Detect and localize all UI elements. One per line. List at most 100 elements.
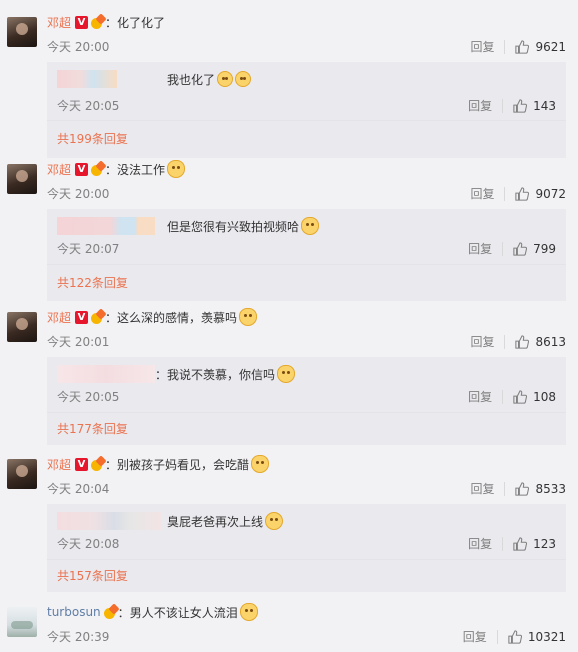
thumbs-up-icon[interactable] — [515, 186, 530, 201]
verified-badge-icon: V — [75, 457, 89, 471]
comment-line: 邓超 V ： 化了化了 — [47, 14, 166, 31]
reply-actions: 回复 108 — [468, 388, 556, 405]
masked-username[interactable] — [57, 512, 161, 530]
vip-crown-icon — [90, 162, 105, 177]
username[interactable]: 邓超 — [47, 456, 71, 473]
verified-badge-icon: V — [75, 162, 89, 176]
comment-actions: 回复 8613 — [470, 333, 566, 350]
like-count: 8613 — [535, 334, 566, 349]
comment-line: 邓超 V ： 这么深的感情，羡慕吗 — [47, 305, 258, 329]
avatar[interactable] — [7, 164, 37, 194]
comment-time: 今天 20:39 — [47, 630, 110, 644]
reply-button[interactable]: 回复 — [470, 185, 494, 202]
avatar[interactable] — [7, 459, 37, 489]
comment-line: turbosun ： 男人不该让女人流泪 — [47, 600, 258, 624]
username[interactable]: 邓超 — [47, 309, 71, 326]
emoji-icon — [251, 455, 270, 473]
reply-line: ： 我说不羡慕，你信吗 — [57, 363, 296, 385]
reply-text: 我也化了 — [167, 72, 216, 87]
reply-button[interactable]: 回复 — [470, 333, 494, 350]
more-replies-link[interactable]: 共122条回复 — [57, 274, 128, 291]
vip-crown-icon — [90, 310, 105, 325]
reply-button[interactable]: 回复 — [468, 97, 492, 114]
thumbs-up-icon[interactable] — [513, 536, 528, 551]
username[interactable]: 邓超 — [47, 161, 71, 178]
reply-button[interactable]: 回复 — [470, 38, 494, 55]
like-count: 143 — [533, 98, 556, 113]
reply-actions: 回复 799 — [468, 240, 556, 257]
thumbs-up-icon[interactable] — [513, 98, 528, 113]
like-count: 8533 — [535, 481, 566, 496]
thumbs-up-icon[interactable] — [508, 629, 522, 644]
thumbs-up-icon[interactable] — [515, 334, 530, 349]
username[interactable]: 邓超 — [47, 14, 71, 31]
comment-text: 别被孩子妈看见，会吃醋 — [117, 457, 250, 472]
like-count: 123 — [533, 536, 556, 551]
masked-username[interactable] — [57, 365, 155, 383]
reply-line: 我也化了 — [57, 68, 252, 90]
emoji-icon — [265, 512, 284, 530]
comment-actions: 回复 8533 — [470, 480, 566, 497]
like-count: 9072 — [535, 186, 566, 201]
comment-text: 这么深的感情，羡慕吗 — [117, 310, 238, 325]
reply-button[interactable]: 回复 — [468, 388, 492, 405]
reply-box: ： 我说不羡慕，你信吗 今天 20:05 回复 108 共177条回复 — [47, 357, 566, 445]
reply-button[interactable]: 回复 — [468, 240, 492, 257]
verified-badge-icon: V — [75, 15, 89, 29]
reply-actions: 回复 143 — [468, 97, 556, 114]
reply-time: 今天 20:08 — [57, 537, 120, 551]
reply-actions: 回复 123 — [468, 535, 556, 552]
like-count: 799 — [533, 241, 556, 256]
comment-time: 今天 20:01 — [47, 335, 110, 349]
reply-time: 今天 20:05 — [57, 390, 120, 404]
thumbs-up-icon[interactable] — [513, 389, 528, 404]
comment-line: 邓超 V ： 别被孩子妈看见，会吃醋 — [47, 452, 270, 476]
like-count: 10321 — [527, 629, 566, 644]
emoji-icon — [235, 71, 252, 87]
thumbs-up-icon[interactable] — [515, 481, 530, 496]
comment-time: 今天 20:04 — [47, 482, 110, 496]
vip-crown-icon — [90, 15, 105, 30]
reply-button[interactable]: 回复 — [470, 480, 494, 497]
emoji-icon — [167, 160, 186, 178]
thumbs-up-icon[interactable] — [513, 241, 528, 256]
masked-username[interactable] — [57, 70, 117, 88]
avatar[interactable] — [7, 607, 37, 637]
reply-time: 今天 20:07 — [57, 242, 120, 256]
avatar[interactable] — [7, 312, 37, 342]
like-count: 9621 — [535, 39, 566, 54]
reply-line: 但是您很有兴致拍视频哈 — [57, 215, 320, 237]
comment-actions: 回复 9621 — [470, 38, 566, 55]
emoji-icon — [239, 308, 258, 326]
avatar[interactable] — [7, 17, 37, 47]
comment-time: 今天 20:00 — [47, 187, 110, 201]
masked-username[interactable] — [57, 217, 155, 235]
comment-line: 邓超 V ： 没法工作 — [47, 157, 186, 181]
comment-list: 邓超 V ： 化了化了 今天 20:00 回复 9621 我也化了 今天 20:… — [0, 0, 578, 652]
comment-text: 没法工作 — [117, 162, 166, 177]
comment-actions: 回复 10321 — [463, 628, 566, 645]
emoji-icon — [239, 603, 258, 621]
like-count: 108 — [533, 389, 556, 404]
thumbs-up-icon[interactable] — [515, 39, 530, 54]
more-replies-link[interactable]: 共157条回复 — [57, 567, 128, 584]
reply-box: 我也化了 今天 20:05 回复 143 共199条回复 — [47, 62, 566, 158]
emoji-icon — [277, 365, 296, 383]
comment-time: 今天 20:00 — [47, 40, 110, 54]
comment-actions: 回复 9072 — [470, 185, 566, 202]
reply-button[interactable]: 回复 — [463, 628, 487, 645]
more-replies-link[interactable]: 共177条回复 — [57, 420, 128, 437]
emoji-icon — [301, 217, 320, 235]
reply-button[interactable]: 回复 — [468, 535, 492, 552]
verified-badge-icon: V — [75, 310, 89, 324]
reply-box: 但是您很有兴致拍视频哈 今天 20:07 回复 799 共122条回复 — [47, 209, 566, 301]
reply-box: 臭屁老爸再次上线 今天 20:08 回复 123 共157条回复 — [47, 504, 566, 592]
vip-crown-icon — [90, 457, 105, 472]
username[interactable]: turbosun — [47, 605, 101, 619]
reply-line: 臭屁老爸再次上线 — [57, 510, 284, 532]
reply-time: 今天 20:05 — [57, 99, 120, 113]
comment-text: 男人不该让女人流泪 — [129, 605, 238, 620]
emoji-icon — [217, 71, 234, 87]
reply-text: 我说不羡慕，你信吗 — [167, 367, 276, 382]
more-replies-link[interactable]: 共199条回复 — [57, 130, 128, 147]
